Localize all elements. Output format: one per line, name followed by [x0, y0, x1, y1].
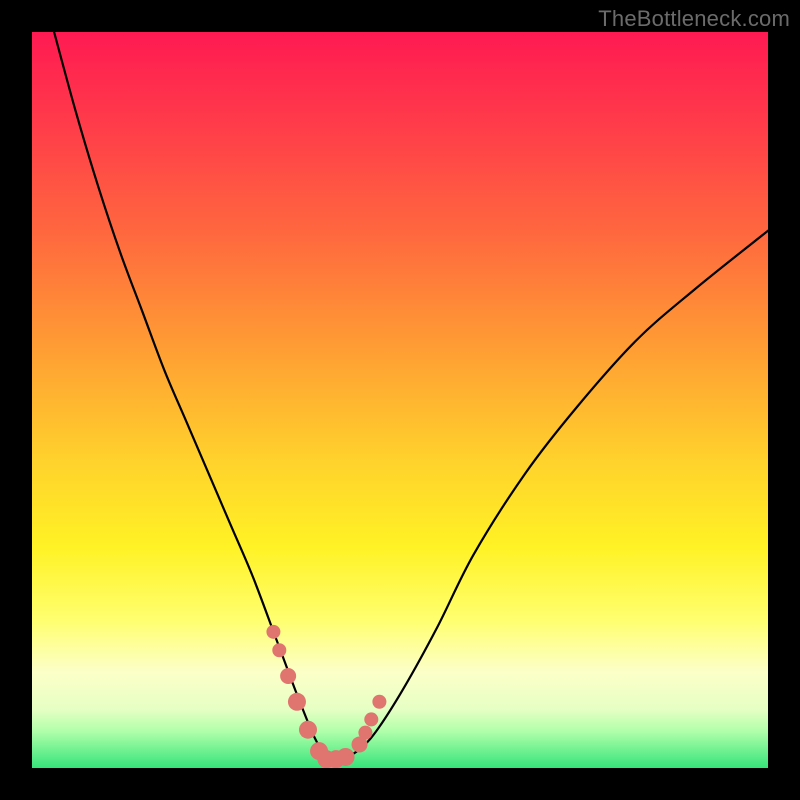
curve-marker — [317, 750, 335, 768]
curve-marker — [327, 750, 345, 768]
curve-marker — [358, 726, 372, 740]
curve-marker — [280, 668, 296, 684]
curve-markers — [32, 32, 768, 768]
curve-marker — [310, 742, 328, 760]
curve-marker — [337, 748, 355, 766]
curve-marker — [364, 712, 378, 726]
chart-frame: TheBottleneck.com — [0, 0, 800, 800]
curve-marker — [352, 736, 368, 752]
curve-marker — [299, 721, 317, 739]
curve-marker — [288, 693, 306, 711]
curve-marker — [272, 643, 286, 657]
watermark-text: TheBottleneck.com — [598, 6, 790, 32]
curve-marker — [266, 625, 280, 639]
curve-marker — [372, 695, 386, 709]
chart-plot-area — [32, 32, 768, 768]
bottleneck-curve — [32, 32, 768, 768]
